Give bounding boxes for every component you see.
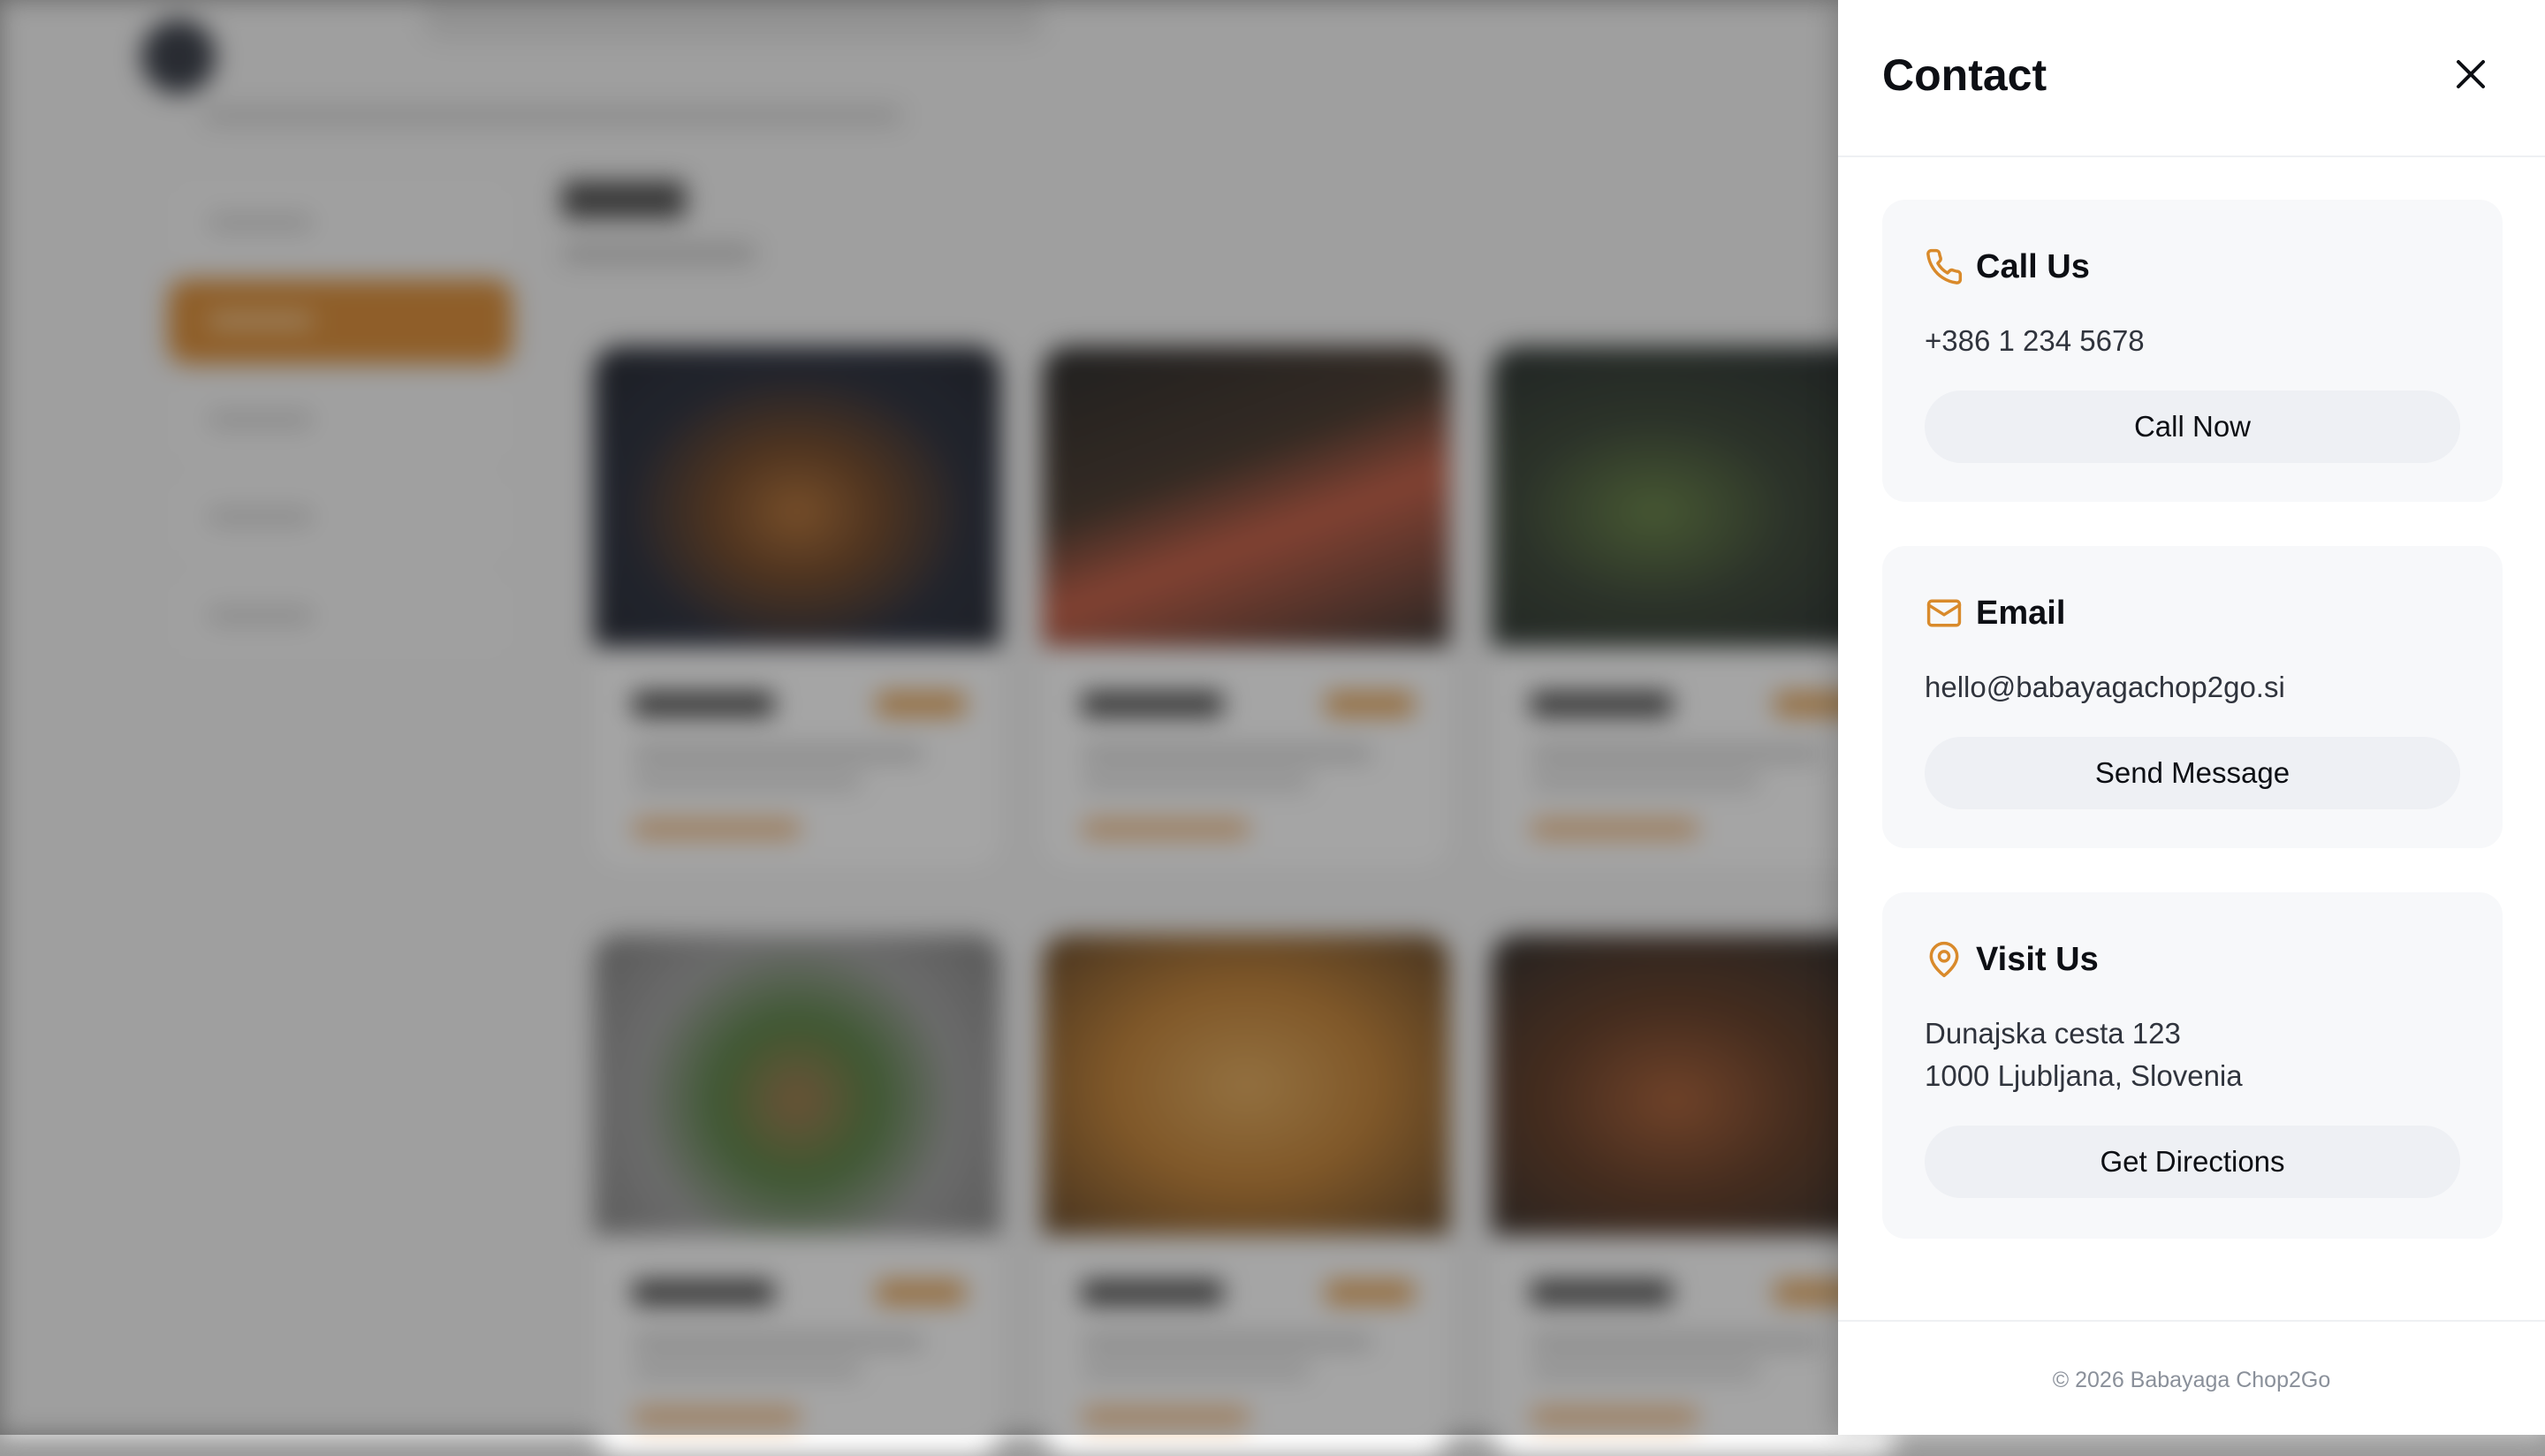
send-message-button[interactable]: Send Message bbox=[1925, 737, 2460, 809]
mail-icon bbox=[1926, 599, 1962, 627]
panel-title: Contact bbox=[1882, 50, 2047, 100]
panel-footer: © 2026 Babayaga Chop2Go bbox=[1838, 1320, 2545, 1437]
close-icon bbox=[2457, 60, 2485, 88]
call-now-button[interactable]: Call Now bbox=[1925, 391, 2460, 463]
visit-us-section: Visit Us Dunajska cesta 123 1000 Ljublja… bbox=[1882, 892, 2503, 1239]
email-address: hello@babayagachop2go.si bbox=[1925, 671, 2285, 703]
contact-panel: Contact Call Us +386 1 234 5678 Call Now… bbox=[1838, 0, 2545, 1435]
address-line-1: Dunajska cesta 123 bbox=[1925, 1017, 2181, 1050]
copyright-text: © 2026 Babayaga Chop2Go bbox=[2052, 1368, 2331, 1392]
visit-us-heading: Visit Us bbox=[1976, 940, 2099, 978]
phone-number: +386 1 234 5678 bbox=[1925, 324, 2145, 357]
email-heading: Email bbox=[1976, 594, 2066, 632]
map-pin-icon bbox=[1929, 942, 1959, 978]
call-us-section: Call Us +386 1 234 5678 Call Now bbox=[1882, 200, 2503, 502]
get-directions-button[interactable]: Get Directions bbox=[1925, 1126, 2460, 1198]
phone-icon bbox=[1926, 248, 1963, 284]
panel-header: Contact bbox=[1838, 0, 2545, 157]
address-line-2: 1000 Ljubljana, Slovenia bbox=[1925, 1059, 2243, 1092]
close-button[interactable] bbox=[2439, 42, 2503, 106]
email-section: Email hello@babayagachop2go.si Send Mess… bbox=[1882, 546, 2503, 848]
call-us-heading: Call Us bbox=[1976, 247, 2090, 285]
modal-overlay[interactable] bbox=[0, 0, 1838, 1435]
